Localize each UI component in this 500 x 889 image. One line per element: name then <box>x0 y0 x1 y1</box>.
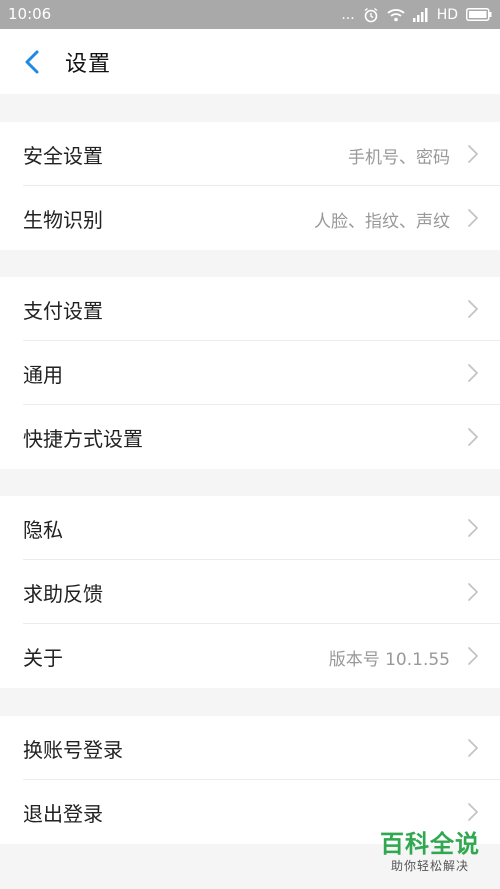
row-shortcut-settings[interactable]: 快捷方式设置 <box>0 405 500 469</box>
row-label: 安全设置 <box>23 144 103 168</box>
more-dots: ... <box>341 6 355 23</box>
chevron-right-icon <box>468 519 478 537</box>
alarm-icon <box>363 7 379 23</box>
row-value: 人脸、指纹、声纹 <box>314 212 450 232</box>
chevron-left-icon <box>25 50 39 74</box>
network-type: HD <box>436 6 458 23</box>
chevron-right-icon <box>468 209 478 227</box>
chevron-right-icon <box>468 647 478 665</box>
row-biometrics[interactable]: 生物识别 人脸、指纹、声纹 <box>0 186 500 250</box>
row-label: 关于 <box>23 646 63 670</box>
battery-icon <box>466 8 492 21</box>
row-switch-account[interactable]: 换账号登录 <box>0 716 500 780</box>
row-label: 换账号登录 <box>23 738 123 762</box>
settings-group-account-security: 安全设置 手机号、密码 生物识别 人脸、指纹、声纹 <box>0 122 500 250</box>
row-label: 生物识别 <box>23 208 103 232</box>
row-privacy[interactable]: 隐私 <box>0 496 500 560</box>
chevron-right-icon <box>468 364 478 382</box>
row-payment-settings[interactable]: 支付设置 <box>0 277 500 341</box>
watermark: 百科全说 助你轻松解决 <box>374 830 486 874</box>
chevron-right-icon <box>468 803 478 821</box>
settings-group-general: 支付设置 通用 快捷方式设置 <box>0 277 500 469</box>
page-title: 设置 <box>65 52 112 77</box>
chevron-right-icon <box>468 428 478 446</box>
row-security-settings[interactable]: 安全设置 手机号、密码 <box>0 122 500 186</box>
row-label: 支付设置 <box>23 299 103 323</box>
settings-group-account: 换账号登录 退出登录 <box>0 716 500 844</box>
chevron-right-icon <box>468 739 478 757</box>
watermark-subtitle: 助你轻松解决 <box>390 859 469 873</box>
settings-group-about: 隐私 求助反馈 关于 版本号 10.1.55 <box>0 496 500 688</box>
status-icons: ... HD <box>341 4 492 25</box>
chevron-right-icon <box>468 300 478 318</box>
header: 设置 <box>0 29 500 94</box>
status-time: 10:06 <box>8 5 52 23</box>
wifi-icon <box>387 8 405 22</box>
back-button[interactable] <box>18 47 48 77</box>
row-label: 通用 <box>23 363 63 387</box>
row-label: 求助反馈 <box>23 582 103 606</box>
row-label: 退出登录 <box>23 802 103 826</box>
row-about[interactable]: 关于 版本号 10.1.55 <box>0 624 500 688</box>
row-general[interactable]: 通用 <box>0 341 500 405</box>
signal-icon <box>412 7 429 22</box>
row-value: 版本号 10.1.55 <box>328 650 450 670</box>
row-value: 手机号、密码 <box>348 148 450 168</box>
chevron-right-icon <box>468 145 478 163</box>
row-label: 快捷方式设置 <box>23 427 143 451</box>
row-label: 隐私 <box>23 518 63 542</box>
row-help-feedback[interactable]: 求助反馈 <box>0 560 500 624</box>
chevron-right-icon <box>468 583 478 601</box>
watermark-title: 百科全说 <box>380 830 480 858</box>
status-bar: 10:06 ... HD <box>0 0 500 29</box>
